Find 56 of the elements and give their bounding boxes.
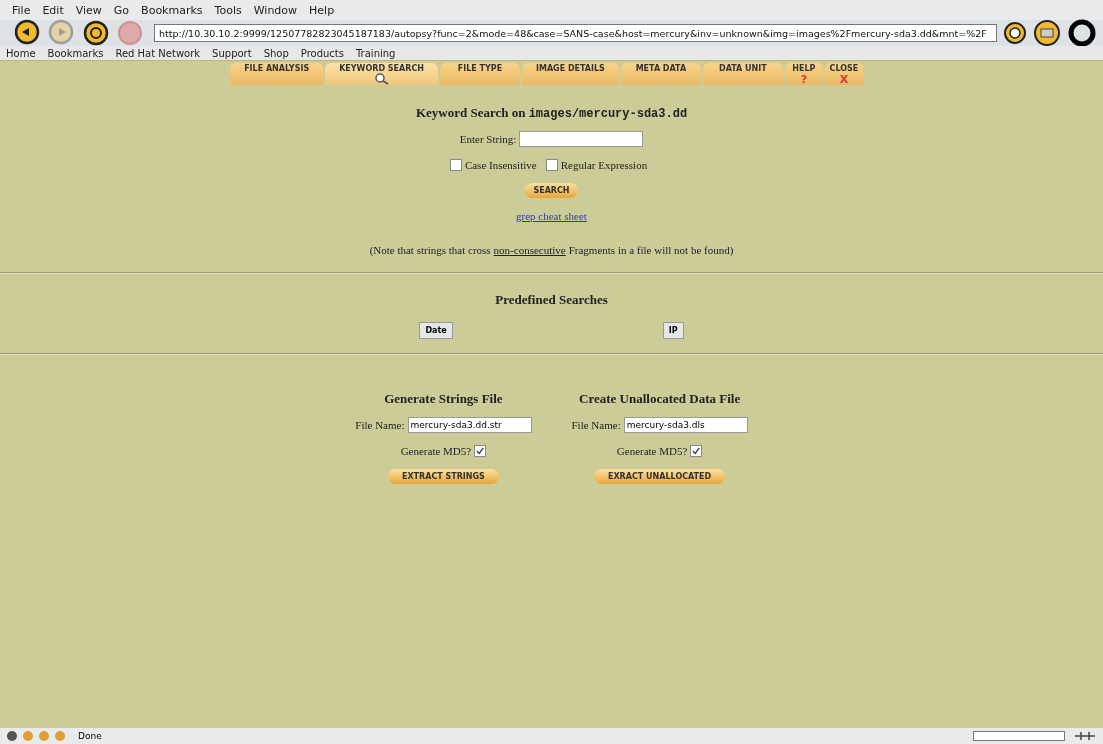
field-label: File Name: — [571, 419, 621, 431]
tab[interactable]: FILE ANALYSIS — [230, 63, 324, 85]
bookmark-link[interactable]: Shop — [263, 47, 289, 59]
throbber-icon — [1067, 18, 1097, 48]
menu-item[interactable]: Edit — [42, 3, 64, 17]
tab[interactable]: DATA UNIT — [702, 63, 783, 85]
section-title: Create Unallocated Data File — [579, 391, 741, 407]
field-label: Enter String: — [459, 133, 517, 145]
checkbox-label: Regular Expression — [560, 159, 648, 171]
bookmark-link[interactable]: Products — [300, 47, 344, 59]
note-text: (Note that strings that cross non-consecutive Fragments in a file will not be found) — [369, 244, 734, 256]
search-button[interactable]: SEARCH — [525, 183, 578, 198]
tab[interactable]: HELP ? — [784, 63, 823, 85]
menu-item[interactable]: Bookmarks — [141, 3, 203, 17]
extract-button[interactable]: EXRACT UNALLOCATED — [594, 469, 726, 484]
predefined-search-button[interactable]: Date — [419, 322, 453, 339]
section-title: Generate Strings File — [384, 391, 503, 407]
menu-item[interactable]: Window — [253, 3, 298, 17]
menu-item[interactable]: File — [12, 3, 31, 17]
menu-item[interactable]: View — [75, 3, 102, 17]
file-name-field[interactable]: mercury-sda3.dd.str — [407, 417, 532, 433]
search-field[interactable] — [519, 131, 644, 147]
tab[interactable]: META DATA — [620, 63, 701, 85]
bookmark-link[interactable]: Red Hat Network — [115, 47, 201, 59]
tab[interactable]: CLOSE X — [824, 63, 863, 85]
field-label: File Name: — [355, 419, 405, 431]
checkbox-label: Generate MD5? — [400, 445, 472, 457]
status-text: Done — [78, 731, 102, 741]
file-name-field[interactable]: mercury-sda3.dls — [623, 417, 748, 433]
checkbox-label: Case Insensitive — [464, 159, 537, 171]
connection-icon — [1073, 730, 1097, 742]
menu-item[interactable]: Help — [309, 3, 335, 17]
checkbox[interactable] — [690, 445, 703, 457]
checkbox[interactable] — [474, 445, 487, 457]
tab[interactable]: FILE TYPE — [439, 63, 520, 85]
bookmark-link[interactable]: Training — [355, 47, 396, 59]
reload-icon[interactable] — [82, 19, 110, 47]
print-icon[interactable] — [1033, 19, 1061, 47]
predefined-search-button[interactable]: IP — [662, 322, 684, 339]
menu-item[interactable]: Go — [113, 3, 130, 17]
tab[interactable]: IMAGE DETAILS — [521, 63, 619, 85]
section-title: Keyword Search on images/mercury-sda3.dd — [415, 105, 688, 121]
bookmark-link[interactable]: Bookmarks — [47, 47, 104, 59]
checkbox-label: Generate MD5? — [616, 445, 688, 457]
bookmark-link[interactable]: Home — [6, 47, 36, 59]
checkbox[interactable] — [545, 159, 558, 171]
section-title: Predefined Searches — [495, 292, 608, 308]
bookmark-link[interactable]: Support — [212, 47, 252, 59]
menu-item[interactable]: Tools — [214, 3, 242, 17]
extract-button[interactable]: EXTRACT STRINGS — [387, 469, 499, 484]
address-field[interactable]: http://10.30.10.2:9999/12507782823045187183/autopsy?func=2&mode=48&case=SANS-case&host=mercury&inv=unknown&img=images%2Fmercury-sda3.dd&mnt=%2F — [154, 24, 997, 42]
search-icon[interactable] — [1003, 21, 1027, 45]
cheat-sheet-link[interactable]: grep cheat sheet — [516, 210, 587, 222]
checkbox[interactable] — [449, 159, 462, 171]
tab[interactable]: KEYWORD SEARCH — [325, 63, 438, 85]
back-icon[interactable] — [14, 19, 42, 47]
